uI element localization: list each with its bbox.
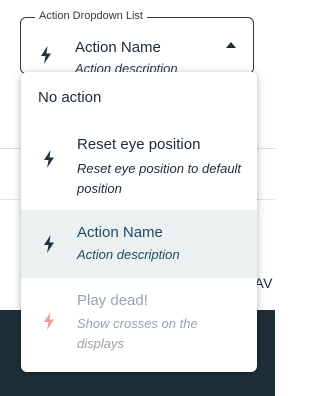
field-legend: Action Dropdown List bbox=[35, 10, 147, 22]
action-dropdown-menu: No action Reset eye position Reset eye p… bbox=[21, 72, 257, 372]
option-label: No action bbox=[38, 89, 102, 106]
option-description: Action description bbox=[77, 247, 180, 262]
lightning-icon bbox=[44, 150, 54, 168]
option-name: Reset eye position bbox=[77, 136, 201, 153]
option-reset-eye-position[interactable]: Reset eye position Reset eye position to… bbox=[21, 122, 257, 210]
caret-up-icon[interactable] bbox=[226, 42, 236, 48]
option-description: Reset eye position to default position bbox=[77, 161, 242, 196]
option-action-name[interactable]: Action Name Action description bbox=[21, 210, 257, 278]
option-description: Show crosses on the displays bbox=[77, 316, 198, 351]
option-name: Play dead! bbox=[77, 292, 148, 309]
option-play-dead[interactable]: Play dead! Show crosses on the displays bbox=[21, 278, 257, 372]
selected-action-name: Action Name bbox=[75, 39, 161, 56]
lightning-icon bbox=[41, 46, 51, 64]
option-no-action[interactable]: No action bbox=[21, 72, 257, 122]
lightning-icon bbox=[44, 312, 54, 330]
lightning-icon bbox=[44, 235, 54, 253]
background-label-fragment: AV bbox=[254, 275, 273, 291]
option-name: Action Name bbox=[77, 224, 163, 241]
action-dropdown-field[interactable]: Action Dropdown List Action Name Action … bbox=[20, 10, 254, 76]
